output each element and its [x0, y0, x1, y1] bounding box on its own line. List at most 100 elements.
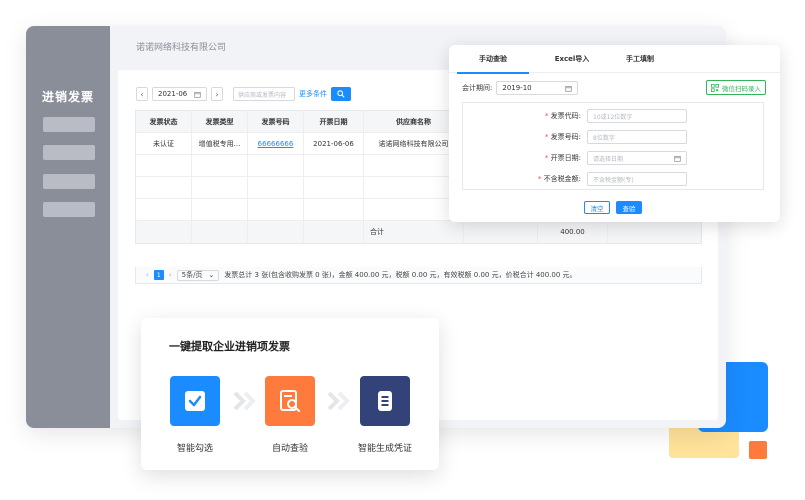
pagination: ‹ 1 › 5条/页 ⌄ 发票总计 3 张(包含收购发票 0 张)，金额 400… [135, 267, 702, 284]
cell-date: 2021-06-06 [304, 133, 364, 154]
prev-month-button[interactable]: ‹ [136, 87, 148, 101]
field-label-text: 发票代码: [550, 112, 581, 120]
document-list-icon [360, 376, 410, 426]
verify-form: * 发票代码: 10或12位数字 * 发票号码: 8位数字 * 开票日期: 请选… [462, 102, 764, 190]
feature-item: 智能勾选 [155, 376, 235, 454]
manual-verify-dialog: 手动查验 Excel导入 手工填制 会计期间: 2019-10 微信扫码录入 *… [449, 45, 780, 222]
cell [136, 199, 192, 220]
total-label: 合计 [364, 221, 464, 243]
sidebar-item[interactable] [43, 145, 95, 160]
column-header: 发票状态 [136, 111, 192, 132]
invoice-number-input[interactable]: 8位数字 [587, 130, 687, 144]
field-label: * 发票号码: [544, 133, 581, 141]
search-document-icon [265, 376, 315, 426]
cell [192, 177, 248, 198]
period-row: 会计期间: 2019-10 [462, 81, 579, 95]
cell [304, 221, 364, 243]
period-picker[interactable]: 2019-10 [496, 81, 579, 95]
chevron-right-icon: › [215, 89, 219, 99]
deco-square-orange [749, 441, 767, 459]
feature-label: 智能勾选 [176, 444, 213, 454]
calendar-icon [674, 155, 681, 162]
wechat-scan-label: 微信扫码录入 [722, 84, 761, 93]
amount-excl-tax-input[interactable]: 不含税金额(专) [587, 172, 687, 186]
sidebar-item[interactable] [43, 117, 95, 132]
table-total-row: 合计 400.00 [136, 221, 701, 243]
invoice-date-picker[interactable]: 请选择日期 [587, 151, 687, 165]
feature-card: 一键提取企业进销项发票 智能勾选 自动查验 智能生成凭证 [141, 318, 439, 470]
field-label-text: 不含税金额: [543, 175, 581, 183]
cell [192, 221, 248, 243]
stage: 进销发票 诺诺网络科技有限公司 ‹ 2021-06 › 供应商或发票内容 更多条… [0, 0, 805, 500]
sidebar-item[interactable] [43, 202, 95, 217]
form-row: * 发票号码: 8位数字 [463, 130, 687, 144]
field-label: * 发票代码: [544, 112, 581, 120]
cell-type: 增值税专用... [192, 133, 248, 154]
page-size-select[interactable]: 5条/页 ⌄ [176, 269, 220, 281]
sidebar-title: 进销发票 [41, 90, 94, 104]
next-page-icon[interactable]: › [169, 271, 172, 279]
month-picker[interactable]: 2021-06 [152, 87, 207, 101]
period-value: 2019-10 [502, 84, 532, 92]
clear-button[interactable]: 清空 [584, 201, 610, 214]
cell [192, 155, 248, 176]
cell [248, 177, 304, 198]
search-button[interactable] [331, 87, 351, 101]
verify-button[interactable]: 查验 [616, 201, 642, 214]
sidebar-item[interactable] [43, 174, 95, 189]
feature-title: 一键提取企业进销项发票 [169, 340, 290, 353]
calendar-icon [194, 91, 201, 98]
cell [304, 199, 364, 220]
feature-label: 自动查验 [271, 444, 308, 454]
sidebar: 进销发票 [26, 26, 110, 428]
invoice-number-link[interactable]: 66666666 [258, 140, 294, 148]
field-label-text: 发票号码: [550, 133, 581, 141]
cell [136, 155, 192, 176]
field-label-text: 开票日期: [550, 154, 581, 162]
search-input[interactable]: 供应商或发票内容 [233, 87, 295, 101]
column-header: 发票号码 [248, 111, 304, 132]
cell [136, 177, 192, 198]
page-size-value: 5条/页 [181, 271, 203, 279]
wechat-scan-button[interactable]: 微信扫码录入 [706, 80, 766, 95]
chevron-down-icon: ⌄ [208, 271, 215, 279]
invoice-summary: 发票总计 3 张(包含收购发票 0 张)，金额 400.00 元，税额 0.00… [224, 271, 577, 279]
cell [608, 221, 701, 243]
cell-number-wrap: 66666666 [248, 133, 304, 154]
cell [304, 155, 364, 176]
search-icon [337, 90, 345, 98]
checkbox-icon [170, 376, 220, 426]
total-amount: 400.00 [538, 221, 608, 243]
invoice-code-input[interactable]: 10或12位数字 [587, 109, 687, 123]
feature-label: 智能生成凭证 [357, 444, 412, 454]
field-label: * 不含税金额: [537, 175, 581, 183]
invoice-date-placeholder: 请选择日期 [593, 155, 624, 163]
feature-item: 自动查验 [250, 376, 330, 454]
tab-excel-import[interactable]: Excel导入 [537, 45, 607, 73]
tab-manual-verify[interactable]: 手动查验 [449, 45, 537, 74]
company-name: 诺诺网络科技有限公司 [136, 43, 227, 53]
cell [136, 221, 192, 243]
cell [192, 199, 248, 220]
month-value: 2021-06 [158, 90, 188, 98]
page-number[interactable]: 1 [153, 270, 164, 280]
cell [248, 155, 304, 176]
cell [248, 221, 304, 243]
form-row: * 不含税金额: 不含税金额(专) [463, 172, 687, 186]
column-header: 开票日期 [304, 111, 364, 132]
column-header: 发票类型 [192, 111, 248, 132]
tab-bar: 手动查验 Excel导入 手工填制 [449, 45, 780, 74]
calendar-icon [565, 85, 573, 92]
prev-page-icon[interactable]: ‹ [146, 271, 149, 279]
chevron-left-icon: ‹ [140, 89, 144, 99]
cell [464, 221, 538, 243]
tab-manual-fill[interactable]: 手工填制 [607, 45, 673, 73]
filter-bar: ‹ 2021-06 › 供应商或发票内容 更多条件 [136, 87, 351, 101]
form-row: * 开票日期: 请选择日期 [463, 151, 687, 165]
next-month-button[interactable]: › [211, 87, 223, 101]
cell-status: 未认证 [136, 133, 192, 154]
more-filters-link[interactable]: 更多条件 [299, 89, 327, 99]
feature-item: 智能生成凭证 [345, 376, 425, 454]
period-label: 会计期间: [462, 84, 493, 92]
qr-code-icon [711, 83, 719, 92]
